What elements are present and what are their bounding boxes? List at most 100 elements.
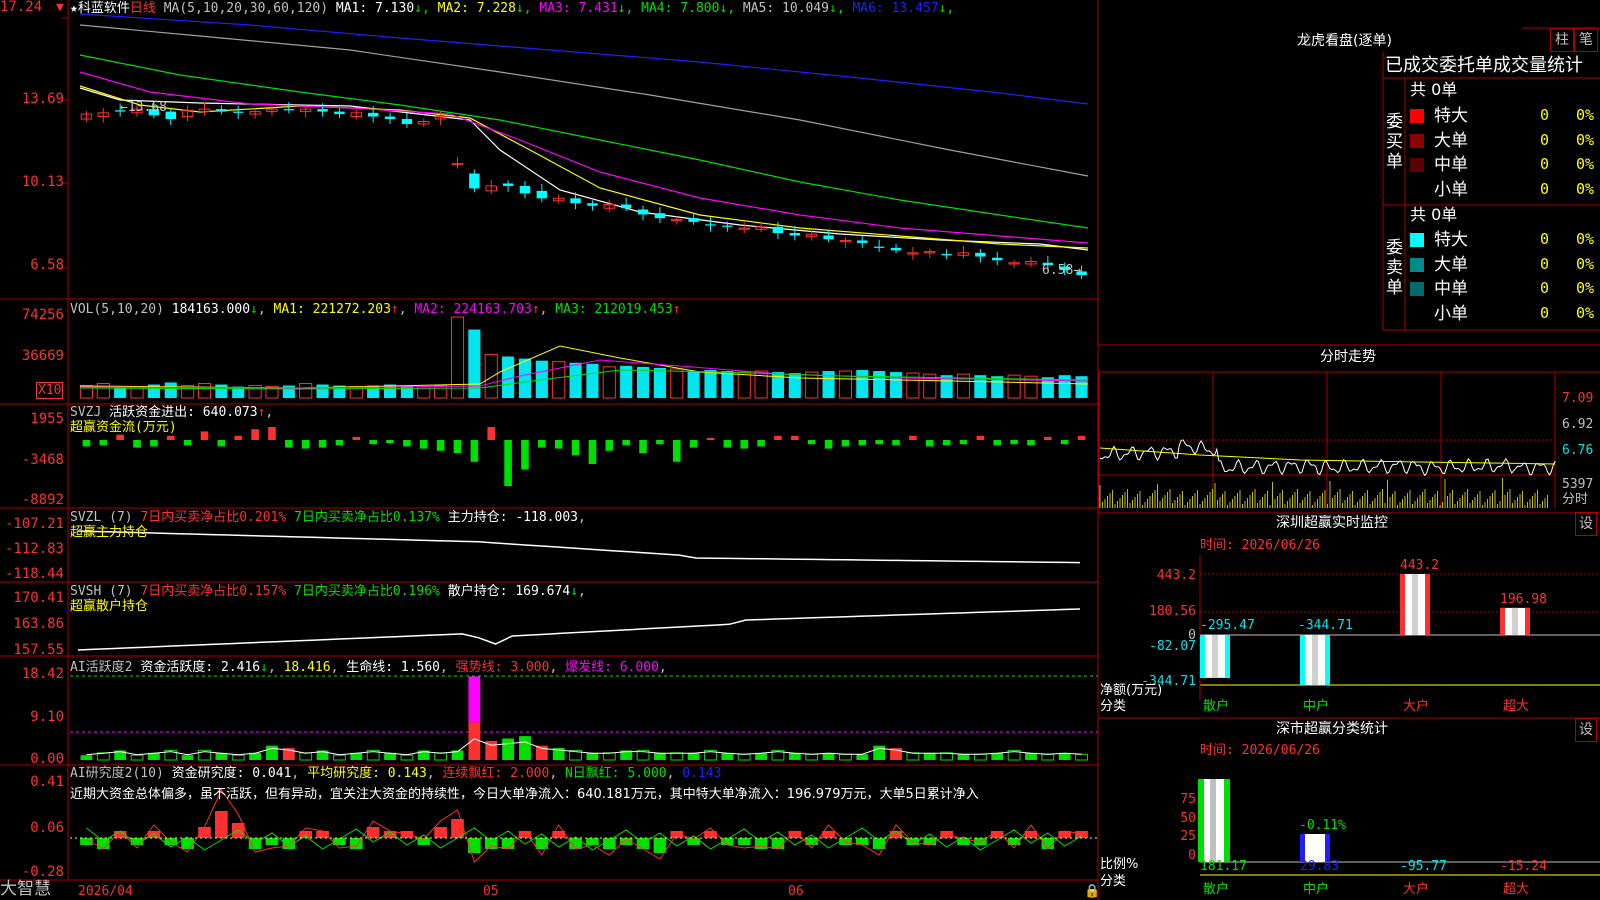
sell-side-label: 委卖单 [1386,238,1403,298]
candle-down [216,109,227,112]
svzj-bar-out [841,440,850,447]
monitor-bar-shine [1512,607,1518,635]
ai-research-comment: 近期大资金总体偏多，虽不活跃，但有异动，宜关注大资金的持续性，今日大单净流入：6… [70,787,979,802]
svsh-tick: 157.55 [13,642,64,658]
lock-icon[interactable]: 🔒 [1084,884,1100,899]
volume-bar-up [737,371,751,399]
volume-bar-down [788,373,801,398]
svsh-tick: 170.41 [13,590,64,606]
svzj-bar-out [875,440,883,445]
classify-value-label: -95.77 [1400,859,1447,874]
volume-bar-up [434,385,448,399]
monitor-category-label: 中户 [1303,699,1330,714]
ai2-header: AI活跃度2 资金活跃度: 2.416↓, 18.416, 生命线: 1.560… [70,660,667,675]
candle-down [570,198,581,204]
ma-params: MA(5,10,20,30,60,120) [163,1,329,16]
price-max-tick: 17.24 [0,0,43,15]
down-arrow-icon: ↓, [719,1,736,16]
volume-bar-down [502,356,515,398]
classify-settings-button[interactable]: 设 [1575,718,1597,742]
ai2-bar-surge [468,722,481,760]
ai2-bar-active [266,745,278,760]
svzj-bar-out [403,440,411,447]
svzj-bar-out [656,440,664,445]
research-bar-down [96,838,110,849]
menu-arrow-icon[interactable]: ▼ [56,0,64,15]
volume-bar-down [164,382,177,398]
svzj-bar-out [740,440,749,449]
svzj-bar-out [824,440,833,449]
monitor-category-label: 散户 [1203,699,1230,714]
svzj-bar-out [571,440,580,456]
ai2-life-line [86,738,1082,756]
candle-down [688,218,699,222]
volume-bar-down [653,367,666,398]
research-bar-up [316,831,329,838]
candle-down [334,111,345,115]
ai2-tick: 18.42 [21,666,64,682]
svzj-bar-in [976,435,985,440]
svzj-bar-out [538,440,546,448]
chart-canvas[interactable] [0,0,1600,900]
fenshi-title: 分时走势 [1320,349,1376,365]
star-icon[interactable]: ★ [70,1,78,16]
ma4-line [79,54,1089,229]
order-count: 0 [1540,155,1550,173]
candle-down [469,173,480,189]
svzl-line [77,530,1081,564]
monitor-category-label: 大户 [1403,699,1430,714]
vol-header: VOL(5,10,20) 184163.000↓, MA1: 221272.20… [70,302,681,317]
candle-down [283,109,295,111]
svzj-bar-out [605,440,614,451]
svzj-bar-out [521,440,529,470]
volume-bar-down [704,369,717,398]
classify-value-label: 181.17 [1200,859,1247,874]
candle-down [772,226,784,234]
order-size-label: 大单 [1434,130,1468,151]
svzj-bar-out [301,440,310,449]
tick-mode-button[interactable]: 笔 [1574,28,1598,52]
order-size-label: 特大 [1434,230,1468,250]
classify-value-label: 29.83 [1300,859,1340,874]
svzj-bar-out [318,440,327,448]
volume-bar-down [856,369,869,398]
svzl-subtitle: 超赢主力持仓 [70,525,149,540]
candle-down [992,257,1003,261]
svzj-bar-in [116,434,124,440]
stats-tabs[interactable]: 已成交委托单成交量统计 [1385,55,1583,77]
period-label[interactable]: 日线 [130,1,156,16]
ai2-bar [181,755,194,760]
ai2-bar [333,754,346,761]
monitor-bar-shine [1412,574,1418,635]
svzl-header: SVZL (7) 7日内买卖净占比0.201% 7日内买卖净占比0.137% 主… [70,510,586,525]
candle-down [233,111,244,113]
order-size-label: 小单 [1434,303,1468,324]
monitor-settings-button[interactable]: 设 [1575,512,1597,536]
monitor-value-label: 443.2 [1400,558,1440,573]
svzj-bar-in [352,436,361,440]
monitor-bar-shine [1312,635,1318,685]
candle-down [975,252,986,257]
svzj-bar-out [386,440,394,444]
ai-research-header: AI研究度2(10) 资金研究度: 0.041, 平均研究度: 0.143, 连… [70,766,722,781]
research-bar-up [366,827,380,838]
svzj-bar-in [268,427,276,440]
candle-down [519,185,531,194]
buy-side-label: 委买单 [1386,112,1403,172]
ma-values: MA1: 7.130↓, MA2: 7.228↓, MA3: 7.431↓, M… [336,1,954,16]
monitor-bar-edge [1500,607,1505,635]
order-count: 0 [1540,303,1550,322]
price-tick: 6.58 [30,257,64,273]
classify-title: 深市超赢分类统计 [1276,721,1388,737]
monitor-category-label: 超大 [1503,699,1530,714]
svzj-bar-out [757,440,765,447]
column-mode-button[interactable]: 柱 [1550,28,1574,52]
svzj-bar-out [554,440,563,449]
candle-down [873,246,885,248]
order-percent: 0% [1576,303,1595,322]
svzj-bar-out [82,440,91,447]
research-bar-down [265,838,279,845]
classify-tick: 25 [1180,829,1196,844]
order-count: 0 [1540,130,1550,149]
monitor-time: 时间: 2026/06/26 [1200,538,1320,553]
